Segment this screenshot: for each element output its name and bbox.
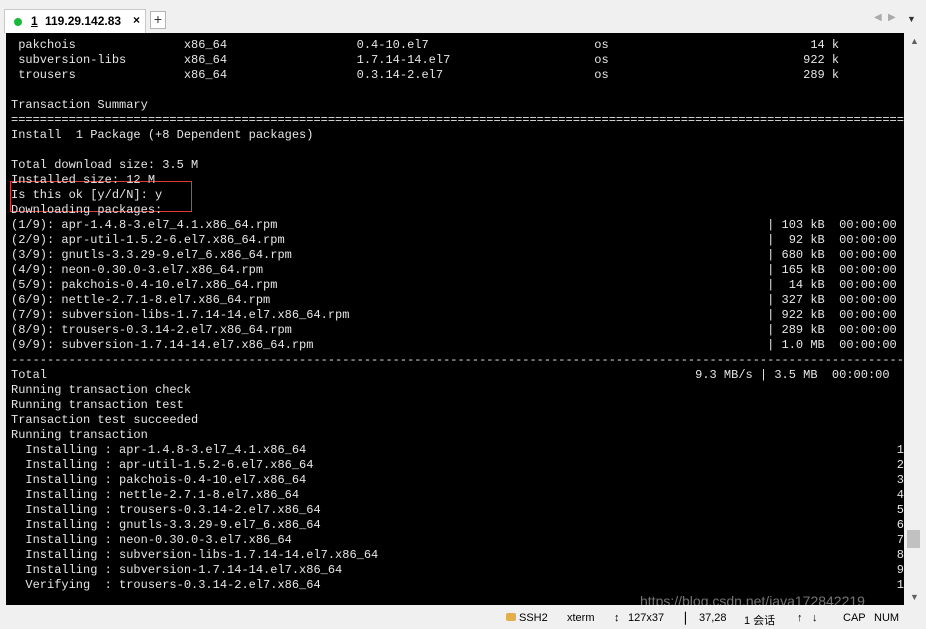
terminal-line: Install 1 Package (+8 Dependent packages… bbox=[11, 128, 314, 142]
terminal-line: Installing : subversion-1.7.14-14.el7.x8… bbox=[11, 563, 904, 577]
session-tab[interactable]: 1 119.29.142.83 × bbox=[4, 9, 146, 33]
next-tab-icon[interactable]: ▶ bbox=[888, 12, 896, 23]
terminal-line: Installing : neon-0.30.0-3.el7.x86_64 7/… bbox=[11, 533, 904, 547]
terminal-line: Installing : pakchois-0.4-10.el7.x86_64 … bbox=[11, 473, 904, 487]
terminal-line: Installing : gnutls-3.3.29-9.el7_6.x86_6… bbox=[11, 518, 904, 532]
terminal-line: (6/9): nettle-2.7.1-8.el7.x86_64.rpm | 3… bbox=[11, 293, 897, 307]
status-sessions: 1 会话 bbox=[744, 615, 776, 627]
terminal-line: Is this ok [y/d/N]: y bbox=[11, 188, 163, 202]
terminal-line: Total 9.3 MB/s | 3.5 MB 00:00:00 bbox=[11, 368, 890, 382]
prev-tab-icon[interactable]: ◀ bbox=[874, 12, 882, 23]
status-size: 127x37 bbox=[628, 612, 665, 624]
status-protocol: SSH2 bbox=[519, 612, 548, 624]
scroll-next-icon[interactable]: ↓ bbox=[812, 612, 818, 624]
terminal-line: (1/9): apr-1.4.8-3.el7_4.1.x86_64.rpm | … bbox=[11, 218, 897, 232]
terminal-line: Installing : subversion-libs-1.7.14-14.e… bbox=[11, 548, 904, 562]
terminal-line: pakchois x86_64 0.4-10.el7 os 14 k bbox=[11, 38, 840, 52]
terminal-line: (2/9): apr-util-1.5.2-6.el7.x86_64.rpm |… bbox=[11, 233, 897, 247]
new-tab-button[interactable]: + bbox=[150, 11, 166, 29]
scroll-prev-icon[interactable]: ↑ bbox=[797, 612, 803, 624]
terminal-line: ----------------------------------------… bbox=[11, 353, 904, 367]
terminal-line: (9/9): subversion-1.7.14-14.el7.x86_64.r… bbox=[11, 338, 897, 352]
terminal-line: (8/9): trousers-0.3.14-2.el7.x86_64.rpm … bbox=[11, 323, 897, 337]
terminal-line: Verifying : trousers-0.3.14-2.el7.x86_64… bbox=[11, 578, 904, 592]
terminal-line: Transaction test succeeded bbox=[11, 413, 199, 427]
terminal-line: (5/9): pakchois-0.4-10.el7.x86_64.rpm | … bbox=[11, 278, 897, 292]
scroll-thumb[interactable] bbox=[907, 530, 920, 548]
terminal-output[interactable]: pakchois x86_64 0.4-10.el7 os 14 k subve… bbox=[6, 33, 904, 605]
close-tab-icon[interactable]: × bbox=[133, 13, 140, 27]
status-bar: SSH2 xterm ↕ 127x37 ▏ 37,28 1 会话 ↑ ↓ CAP… bbox=[0, 607, 926, 629]
scroll-down-icon[interactable]: ▼ bbox=[910, 592, 919, 602]
terminal-line: ========================================… bbox=[11, 113, 904, 127]
lock-icon bbox=[506, 613, 516, 621]
terminal-line: Running transaction bbox=[11, 428, 148, 442]
cursor-icon: ▏ bbox=[685, 613, 694, 625]
terminal-line: Installing : apr-1.4.8-3.el7_4.1.x86_64 … bbox=[11, 443, 904, 457]
resize-icon: ↕ bbox=[614, 612, 620, 624]
terminal-line: (3/9): gnutls-3.3.29-9.el7_6.x86_64.rpm … bbox=[11, 248, 897, 262]
terminal-line: Transaction Summary bbox=[11, 98, 148, 112]
scroll-up-icon[interactable]: ▲ bbox=[910, 36, 919, 46]
tab-number: 1 bbox=[31, 14, 38, 28]
status-cursor: 37,28 bbox=[699, 612, 727, 624]
terminal-line: (7/9): subversion-libs-1.7.14-14.el7.x86… bbox=[11, 308, 897, 322]
terminal-line: subversion-libs x86_64 1.7.14-14.el7 os … bbox=[11, 53, 840, 67]
terminal-line: Installing : apr-util-1.5.2-6.el7.x86_64… bbox=[11, 458, 904, 472]
terminal-line: Running transaction test bbox=[11, 398, 184, 412]
terminal-scrollbar[interactable]: ▲ ▼ bbox=[905, 33, 922, 605]
terminal-line: Installing : trousers-0.3.14-2.el7.x86_6… bbox=[11, 503, 904, 517]
num-lock-indicator: NUM bbox=[874, 612, 900, 624]
terminal-line: (4/9): neon-0.30.0-3.el7.x86_64.rpm | 16… bbox=[11, 263, 897, 277]
status-terminal-type: xterm bbox=[567, 612, 595, 624]
terminal-line: Total download size: 3.5 M bbox=[11, 158, 199, 172]
terminal-line: trousers x86_64 0.3.14-2.el7 os 289 k bbox=[11, 68, 840, 82]
terminal-line: Running transaction check bbox=[11, 383, 192, 397]
tab-bar: 1 119.29.142.83 × + ◀ ▶ ▼ bbox=[0, 0, 926, 33]
terminal-line: Installed size: 12 M bbox=[11, 173, 156, 187]
tab-title: 119.29.142.83 bbox=[45, 14, 122, 28]
caps-lock-indicator: CAP bbox=[843, 612, 866, 624]
terminal-line: Downloading packages: bbox=[11, 203, 163, 217]
terminal-line: Installing : nettle-2.7.1-8.el7.x86_64 4… bbox=[11, 488, 904, 502]
tab-menu-icon[interactable]: ▼ bbox=[907, 14, 916, 24]
connected-status-icon bbox=[14, 18, 22, 26]
